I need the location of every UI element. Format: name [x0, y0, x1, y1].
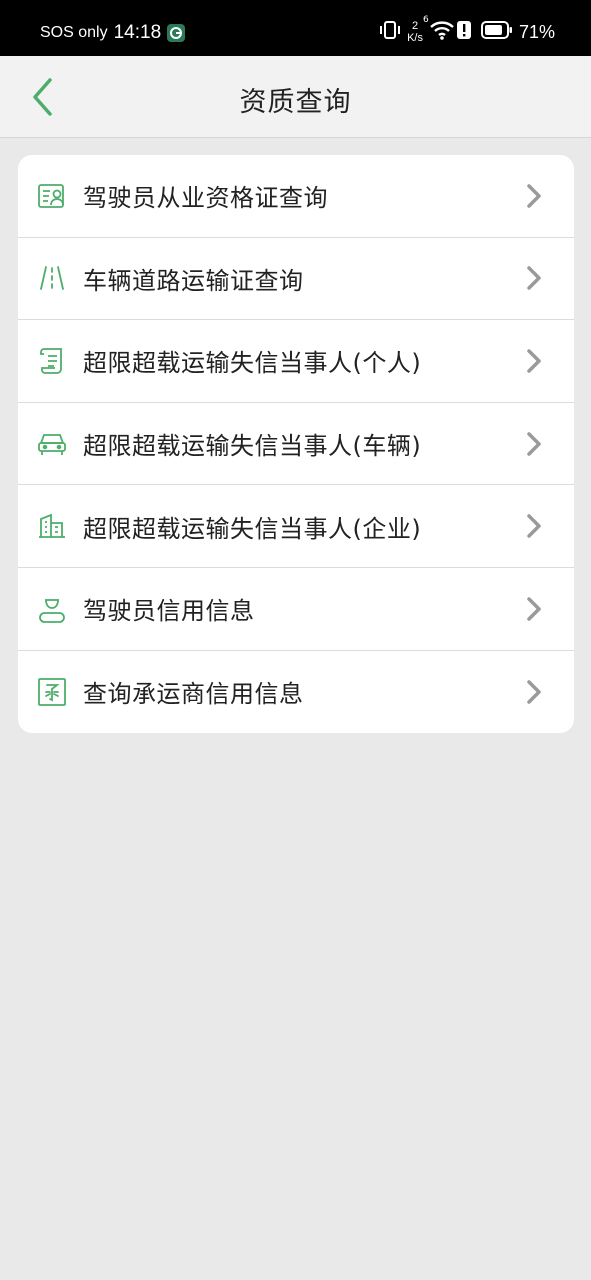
menu-item-overload-individual[interactable]: 超限超载运输失信当事人(个人)	[18, 320, 574, 403]
menu-item-label: 超限超载运输失信当事人(个人)	[83, 349, 422, 378]
chevron-right-icon	[527, 184, 541, 208]
driver-person-icon	[37, 594, 67, 624]
scroll-document-icon	[37, 346, 67, 376]
building-icon	[37, 511, 67, 541]
speed-value: 2	[411, 20, 419, 32]
menu-item-overload-vehicle[interactable]: 超限超载运输失信当事人(车辆)	[18, 403, 574, 486]
page-title: 资质查询	[239, 87, 352, 118]
menu-item-driver-credit[interactable]: 驾驶员信用信息	[18, 568, 574, 651]
carrier-status: SOS only	[40, 24, 108, 41]
menu-item-label: 超限超载运输失信当事人(车辆)	[83, 432, 422, 461]
battery-percent: 71%	[518, 21, 555, 42]
menu-item-label: 驾驶员信用信息	[83, 597, 255, 626]
vibrate-icon	[379, 19, 401, 45]
battery-icon	[480, 21, 513, 43]
id-card-icon	[37, 181, 67, 211]
menu-item-driver-qualification[interactable]: 驾驶员从业资格证查询	[18, 155, 574, 238]
menu-item-overload-enterprise[interactable]: 超限超载运输失信当事人(企业)	[18, 485, 574, 568]
chevron-right-icon	[527, 431, 541, 456]
wifi-icon: 6	[423, 15, 455, 45]
query-menu-list: 驾驶员从业资格证查询 车辆道路运输证查询 超限超载运输失信当事人(个人) 超限超…	[18, 155, 574, 734]
menu-item-vehicle-transport-permit[interactable]: 车辆道路运输证查询	[18, 238, 574, 321]
alert-icon	[456, 20, 471, 44]
top-nav-bar: 资质查询	[0, 56, 591, 138]
chevron-right-icon	[527, 349, 541, 373]
chevron-right-icon	[527, 266, 541, 291]
speed-unit: K/s	[407, 32, 423, 44]
chevron-right-icon	[527, 514, 541, 538]
chevron-right-icon	[527, 597, 541, 621]
menu-item-label: 超限超载运输失信当事人(企业)	[83, 514, 422, 543]
app-notification-icon	[167, 24, 186, 42]
clock: 14:18	[113, 22, 162, 43]
menu-item-label: 查询承运商信用信息	[83, 680, 304, 709]
network-label: 6	[422, 15, 429, 25]
chevron-right-icon	[527, 680, 541, 704]
menu-item-label: 驾驶员从业资格证查询	[83, 184, 328, 213]
status-bar: SOS only 14:18 2 K/s 6 71%	[0, 0, 591, 56]
menu-item-carrier-credit[interactable]: 查询承运商信用信息	[18, 651, 574, 734]
car-icon	[37, 429, 67, 459]
road-icon	[37, 263, 67, 293]
network-speed: 2 K/s	[407, 20, 423, 44]
carrier-stamp-icon	[37, 677, 67, 707]
menu-item-label: 车辆道路运输证查询	[83, 266, 304, 295]
